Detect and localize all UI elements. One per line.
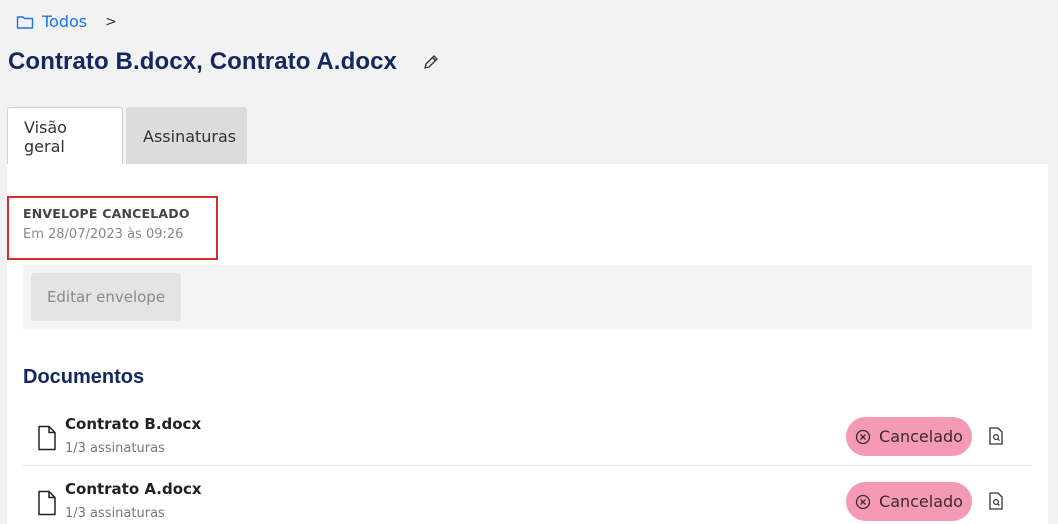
breadcrumb-link-todos[interactable]: Todos <box>42 12 87 31</box>
status-badge-label: Cancelado <box>879 492 963 511</box>
action-bar: Editar envelope <box>23 265 1032 329</box>
x-circle-icon <box>855 494 871 509</box>
document-signatures: 1/3 assinaturas <box>65 441 165 456</box>
file-icon <box>38 490 56 516</box>
file-search-icon[interactable] <box>988 492 1004 510</box>
documents-heading: Documentos <box>23 366 145 388</box>
tab-label: Visão geral <box>24 117 67 156</box>
tab-assinaturas[interactable]: Assinaturas <box>126 107 247 165</box>
status-date: Em 28/07/2023 às 09:26 <box>23 227 184 242</box>
status-badge: Cancelado <box>846 417 972 456</box>
tab-bar: Visão geral Assinaturas <box>7 107 247 165</box>
status-badge-label: Cancelado <box>879 427 963 446</box>
status-title: ENVELOPE CANCELADO <box>23 206 190 221</box>
x-circle-icon <box>855 429 871 444</box>
file-icon <box>38 425 56 451</box>
breadcrumb: Todos > <box>16 12 117 31</box>
file-search-icon[interactable] <box>988 427 1004 445</box>
overview-panel: ENVELOPE CANCELADO Em 28/07/2023 às 09:2… <box>7 164 1048 524</box>
document-name[interactable]: Contrato B.docx <box>65 415 201 433</box>
pencil-icon[interactable] <box>421 52 441 72</box>
status-badge: Cancelado <box>846 482 972 521</box>
document-row: Contrato B.docx 1/3 assinaturas Cancelad… <box>23 401 1032 466</box>
document-signatures: 1/3 assinaturas <box>65 506 165 521</box>
tab-visao-geral[interactable]: Visão geral <box>7 107 123 165</box>
document-row: Contrato A.docx 1/3 assinaturas Cancelad… <box>23 466 1032 524</box>
breadcrumb-separator: > <box>105 13 117 30</box>
page-title: Contrato B.docx, Contrato A.docx <box>8 48 397 75</box>
document-name[interactable]: Contrato A.docx <box>65 480 202 498</box>
title-row: Contrato B.docx, Contrato A.docx <box>8 48 441 76</box>
tab-label: Assinaturas <box>143 127 237 146</box>
edit-envelope-button[interactable]: Editar envelope <box>31 273 181 321</box>
envelope-status: ENVELOPE CANCELADO Em 28/07/2023 às 09:2… <box>7 196 218 260</box>
folder-icon <box>16 15 34 29</box>
